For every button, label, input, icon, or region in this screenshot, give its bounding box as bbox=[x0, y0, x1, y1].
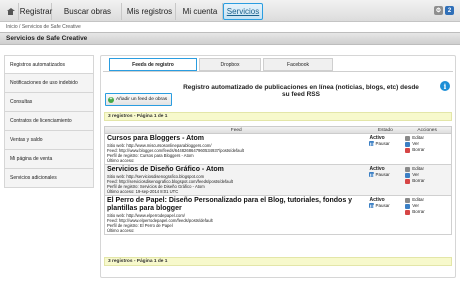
edit-icon bbox=[405, 197, 411, 203]
nav-servicios[interactable]: Servicios bbox=[223, 3, 263, 20]
add-feed-label: Añadir un feed de obras bbox=[116, 97, 168, 102]
add-feed-button[interactable]: + Añadir un feed de obras bbox=[105, 93, 173, 106]
pause-label: Pausar bbox=[375, 141, 390, 146]
section-title: Registro automatizado de publicaciones e… bbox=[183, 84, 419, 98]
tab-dropbox[interactable]: Dropbox bbox=[199, 58, 261, 71]
tab-facebook[interactable]: Facebook bbox=[263, 58, 333, 71]
nav-mi-cuenta[interactable]: Mi cuenta bbox=[178, 3, 223, 20]
estado-cell: Activo ❚❚ Pausar bbox=[367, 196, 403, 234]
nav-buscar-obras[interactable]: Buscar obras bbox=[54, 3, 122, 20]
edit-icon bbox=[405, 166, 411, 172]
col-estado: Estado bbox=[377, 127, 393, 133]
sidebar-item-contratos[interactable]: Contratos de licenciamiento bbox=[4, 112, 94, 131]
feed-ultimo-acceso: Último acceso: bbox=[107, 158, 135, 163]
page-title: Servicios de Safe Creative bbox=[6, 35, 88, 42]
main-content: Feeds de registro Dropbox Facebook Regis… bbox=[100, 55, 456, 278]
table-header: Feed Estado Acciones bbox=[104, 126, 452, 134]
delete-icon bbox=[405, 178, 411, 184]
acciones-cell: Editar Ver Borrar bbox=[403, 165, 451, 195]
home-icon bbox=[6, 8, 15, 15]
col-acciones: Acciones bbox=[417, 127, 437, 133]
feed-cell: Cursos para Bloggers - Atom Sitio web: h… bbox=[105, 134, 367, 164]
sidebar: Registros automatizados Notificaciones d… bbox=[4, 55, 94, 188]
pager-top: 3 registros - Página 1 de 1 bbox=[104, 112, 452, 121]
pause-button[interactable]: ❚❚ Pausar bbox=[369, 203, 401, 208]
sidebar-item-pagina-venta[interactable]: Mi página de venta bbox=[4, 150, 94, 169]
nav-mis-registros[interactable]: Mis registros bbox=[124, 3, 176, 20]
breadcrumb: Inicio / Servicios de Safe Creative bbox=[6, 24, 81, 30]
feed-title[interactable]: Servicios de Diseño Gráfico - Atom bbox=[107, 166, 365, 174]
view-icon bbox=[405, 203, 411, 209]
pause-icon: ❚❚ bbox=[369, 172, 375, 177]
feed-cell: El Perro de Papel: Diseño Personalizado … bbox=[105, 196, 367, 234]
sidebar-item-consultas[interactable]: Consultas bbox=[4, 93, 94, 112]
pause-icon: ❚❚ bbox=[369, 141, 375, 146]
sidebar-item-ventas[interactable]: Ventas y saldo bbox=[4, 131, 94, 150]
edit-icon bbox=[405, 135, 411, 141]
delete-label: Borrar bbox=[412, 178, 425, 183]
delete-icon bbox=[405, 209, 411, 215]
acciones-cell: Editar Ver Borrar bbox=[403, 196, 451, 234]
plus-icon: + bbox=[108, 96, 114, 103]
feed-cell: Servicios de Diseño Gráfico - Atom Sitio… bbox=[105, 165, 367, 195]
pause-label: Pausar bbox=[375, 172, 390, 177]
top-nav: Registrar Buscar obras Mis registros Mi … bbox=[0, 0, 460, 22]
acciones-cell: Editar Ver Borrar bbox=[403, 134, 451, 164]
feed-ultimo-acceso: Último acceso: 19-sep-2014 8:01 UTC bbox=[107, 189, 179, 194]
sidebar-item-registros-automatizados[interactable]: Registros automatizados bbox=[4, 55, 94, 74]
top-icons: ⚙ 2 bbox=[434, 6, 454, 15]
title-bar: Servicios de Safe Creative bbox=[0, 32, 460, 45]
table-row: El Perro de Papel: Diseño Personalizado … bbox=[104, 196, 452, 235]
view-icon bbox=[405, 172, 411, 178]
feed-title[interactable]: Cursos para Bloggers - Atom bbox=[107, 135, 365, 143]
col-feed: Feed bbox=[230, 127, 242, 133]
nav-registrar[interactable]: Registrar bbox=[20, 3, 52, 20]
pager-bottom: 3 registros - Página 1 de 1 bbox=[104, 257, 452, 266]
pause-icon: ❚❚ bbox=[369, 203, 375, 208]
home-button[interactable] bbox=[3, 3, 19, 20]
delete-button[interactable]: Borrar bbox=[405, 209, 449, 215]
settings-icon[interactable]: ⚙ bbox=[434, 6, 443, 15]
notification-badge[interactable]: 2 bbox=[445, 6, 454, 15]
estado-cell: Activo ❚❚ Pausar bbox=[367, 134, 403, 164]
delete-icon bbox=[405, 147, 411, 153]
delete-button[interactable]: Borrar bbox=[405, 178, 449, 184]
info-icon[interactable]: i bbox=[440, 81, 450, 91]
pause-button[interactable]: ❚❚ Pausar bbox=[369, 172, 401, 177]
delete-label: Borrar bbox=[412, 209, 425, 214]
feed-title[interactable]: El Perro de Papel: Diseño Personalizado … bbox=[107, 197, 365, 213]
table-row: Cursos para Bloggers - Atom Sitio web: h… bbox=[104, 134, 452, 165]
pause-button[interactable]: ❚❚ Pausar bbox=[369, 141, 401, 146]
delete-button[interactable]: Borrar bbox=[405, 147, 449, 153]
feed-ultimo-acceso: Último acceso: bbox=[107, 228, 135, 233]
view-icon bbox=[405, 141, 411, 147]
tab-divider bbox=[103, 71, 453, 72]
delete-label: Borrar bbox=[412, 147, 425, 152]
sidebar-item-servicios-adicionales[interactable]: Servicios adicionales bbox=[4, 169, 94, 188]
pause-label: Pausar bbox=[375, 203, 390, 208]
estado-cell: Activo ❚❚ Pausar bbox=[367, 165, 403, 195]
feeds-table: Feed Estado Acciones Cursos para Blogger… bbox=[104, 126, 452, 235]
sidebar-item-notificaciones[interactable]: Notificaciones de uso indebido bbox=[4, 74, 94, 93]
tab-feeds-registro[interactable]: Feeds de registro bbox=[109, 58, 197, 71]
table-row: Servicios de Diseño Gráfico - Atom Sitio… bbox=[104, 165, 452, 196]
